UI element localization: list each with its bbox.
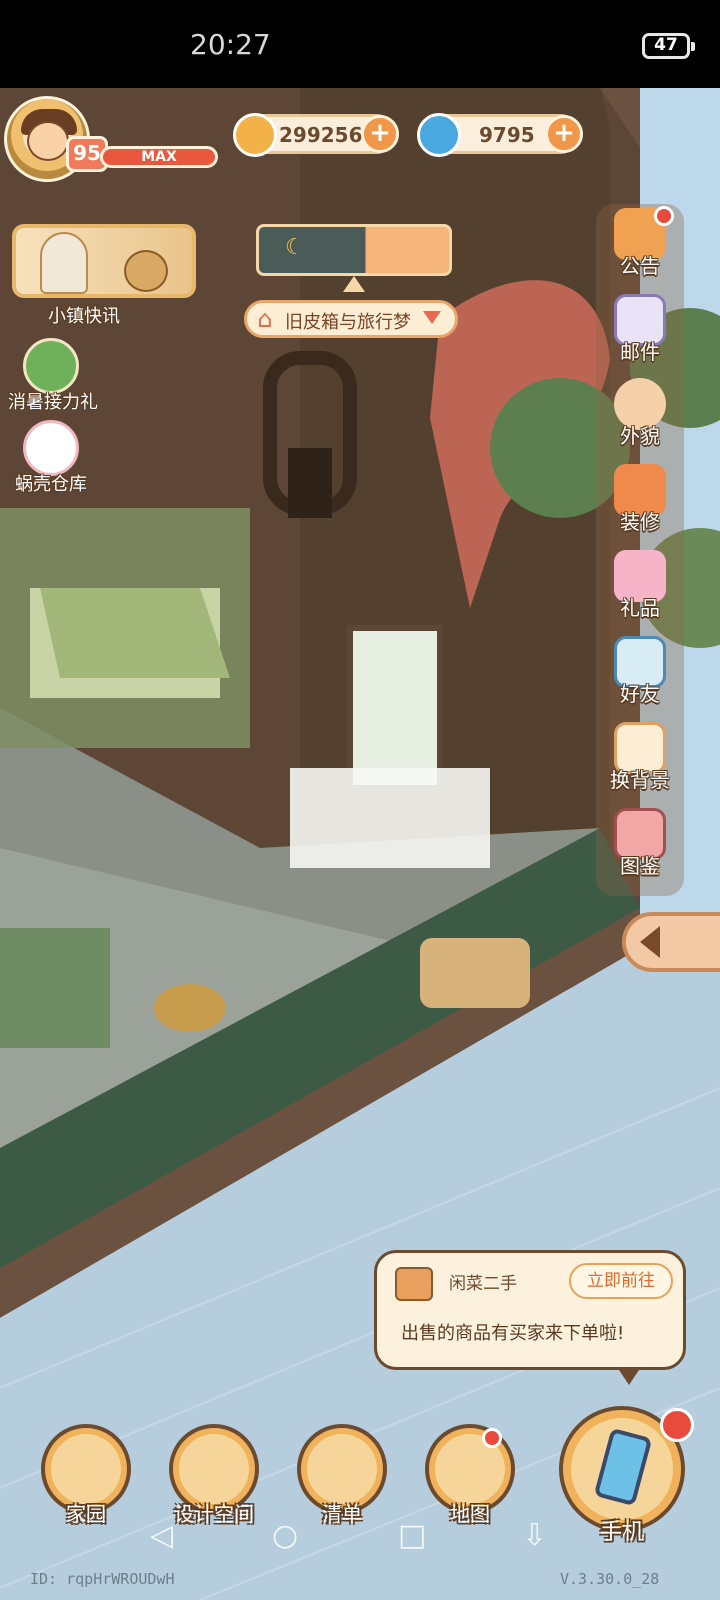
clock: 20:27 bbox=[190, 28, 271, 61]
location-selector[interactable]: ⌂ 旧皮箱与旅行梦 bbox=[244, 300, 458, 338]
notice-title: 闲菜二手 bbox=[449, 1274, 517, 1294]
add-shells-button[interactable]: + bbox=[545, 115, 583, 153]
download-icon[interactable]: ⇩ bbox=[522, 1518, 547, 1553]
cat-icon bbox=[23, 420, 79, 476]
notification-badge bbox=[654, 206, 674, 226]
town-news-label: 小镇快讯 bbox=[48, 306, 120, 327]
snail-storage-button[interactable]: 蜗壳仓库 bbox=[8, 420, 94, 496]
secondhand-notice[interactable]: 闲菜二手 立即前往 出售的商品有买家来下单啦! bbox=[374, 1250, 686, 1385]
parrot-icon bbox=[23, 338, 79, 394]
gift-relay-button[interactable]: 消暑接力礼 bbox=[8, 338, 98, 414]
side-item-album[interactable]: 图鉴 bbox=[600, 808, 680, 879]
box-icon bbox=[395, 1267, 433, 1301]
notice-message: 出售的商品有买家来下单啦! bbox=[401, 1323, 625, 1344]
shell-value: 9795 bbox=[479, 123, 535, 147]
moon-icon: ☾ bbox=[285, 235, 305, 260]
exp-bar: MAX bbox=[100, 146, 218, 168]
chevron-left-icon bbox=[640, 926, 660, 958]
notification-badge bbox=[482, 1428, 502, 1448]
shell-counter: 9795 + bbox=[417, 113, 583, 157]
chevron-down-icon bbox=[423, 311, 441, 324]
town-news-banner[interactable] bbox=[12, 224, 196, 298]
game-scene[interactable]: 95 MAX 2992566 + 9795 + 小镇快讯 消暑接力礼 蜗壳仓库 … bbox=[0, 88, 720, 1600]
nav-design-button[interactable]: 设计空间 bbox=[164, 1424, 264, 1527]
player-id: ID: rqpHrWROUDwH bbox=[30, 1570, 175, 1588]
house-icon: ⌂ bbox=[257, 305, 273, 333]
weather-panel[interactable]: ☾ bbox=[256, 224, 452, 276]
coin-counter: 2992566 + bbox=[233, 113, 399, 157]
side-item-mail[interactable]: 邮件 bbox=[600, 294, 680, 365]
location-name: 旧皮箱与旅行梦 bbox=[285, 312, 411, 333]
side-item-friends[interactable]: 好友 bbox=[600, 636, 680, 707]
side-item-gift[interactable]: 礼品 bbox=[600, 550, 680, 621]
recents-icon[interactable]: □ bbox=[398, 1518, 426, 1553]
back-icon[interactable]: ◁ bbox=[150, 1518, 173, 1553]
nav-list-button[interactable]: 清单 bbox=[292, 1424, 392, 1527]
coin-icon bbox=[233, 113, 277, 157]
shell-icon bbox=[417, 113, 461, 157]
side-item-background[interactable]: 换背景 bbox=[600, 722, 680, 793]
version-label: V.3.30.0_28 bbox=[560, 1570, 660, 1588]
nav-map-button[interactable]: 地图 bbox=[420, 1424, 520, 1527]
notification-badge bbox=[660, 1408, 694, 1442]
weather-pointer bbox=[343, 276, 365, 292]
battery-icon: 47 bbox=[642, 33, 695, 59]
add-coins-button[interactable]: + bbox=[361, 115, 399, 153]
side-item-appearance[interactable]: 外貌 bbox=[600, 378, 680, 449]
home-circle-icon[interactable]: ○ bbox=[272, 1518, 298, 1553]
nav-home-button[interactable]: 家园 bbox=[36, 1424, 136, 1527]
go-now-button[interactable]: 立即前往 bbox=[569, 1263, 673, 1299]
status-bar: 20:27 47 bbox=[0, 0, 720, 88]
side-item-decorate[interactable]: 装修 bbox=[600, 464, 680, 535]
collapse-menu-button[interactable] bbox=[622, 912, 720, 972]
